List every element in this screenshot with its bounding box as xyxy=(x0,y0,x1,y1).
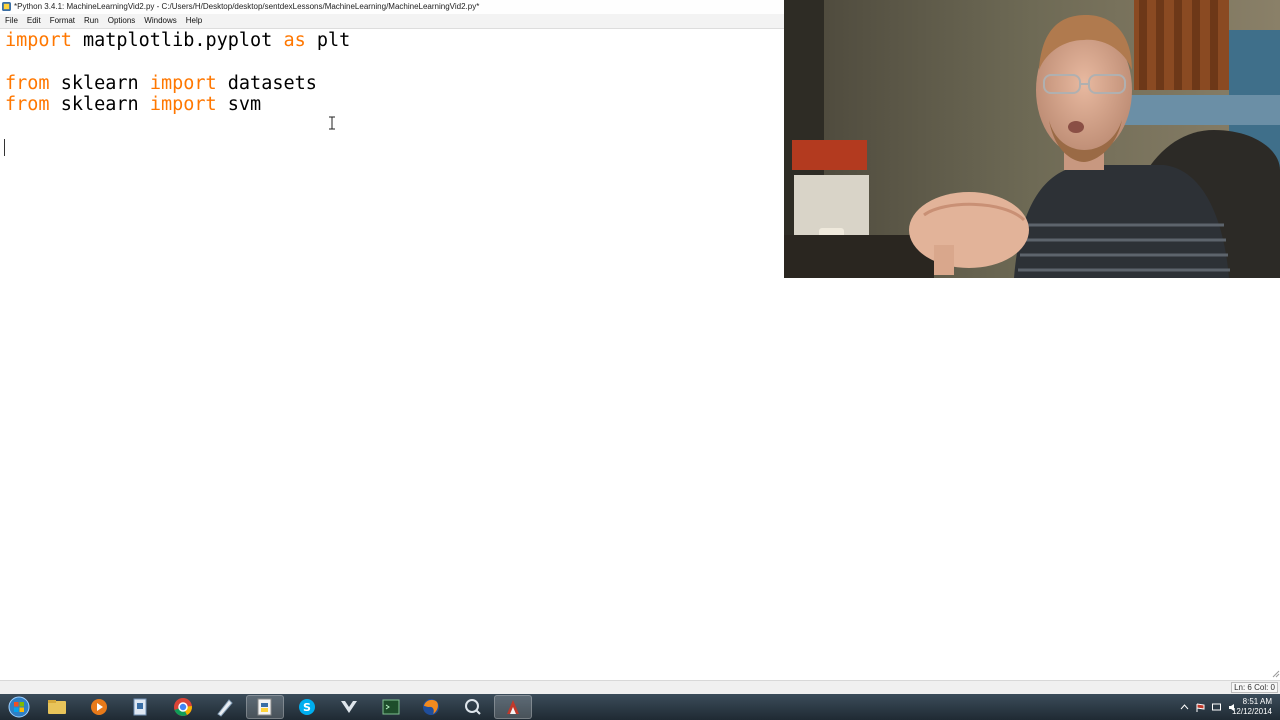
menu-options[interactable]: Options xyxy=(103,14,140,28)
keyword: import xyxy=(149,73,217,94)
file-explorer-icon xyxy=(48,700,66,714)
taskbar-firefox[interactable] xyxy=(412,695,450,719)
windows-start-icon xyxy=(8,696,30,718)
search-app-icon xyxy=(465,699,481,715)
svg-text:S: S xyxy=(303,701,311,714)
chrome-icon xyxy=(174,698,193,716)
cursor-position: Ln: 6 Col: 0 xyxy=(1231,682,1278,693)
taskbar-media-player[interactable] xyxy=(80,695,118,719)
taskbar-editor[interactable] xyxy=(206,695,244,719)
menu-edit[interactable]: Edit xyxy=(22,14,45,28)
keyword: as xyxy=(283,30,306,51)
taskbar: S 8:51 AM 12/12/2014 xyxy=(0,694,1280,720)
keyword: import xyxy=(5,30,72,51)
keyword: from xyxy=(5,94,50,115)
taskbar-python-idle[interactable] xyxy=(246,695,284,719)
terminal-icon xyxy=(382,699,400,715)
taskbar-terminal[interactable] xyxy=(372,695,410,719)
taskbar-file-explorer[interactable] xyxy=(38,695,76,719)
code-line-4: from sklearn import svm xyxy=(5,94,261,115)
code-text: sklearn xyxy=(49,94,150,115)
keyword: from xyxy=(5,73,50,94)
menu-help[interactable]: Help xyxy=(181,14,206,28)
taskbar-skype[interactable]: S xyxy=(288,695,326,719)
code-text: plt xyxy=(305,30,351,51)
taskbar-paint[interactable] xyxy=(494,695,532,719)
ibeam-cursor-icon xyxy=(329,116,335,130)
python-idle-icon xyxy=(257,698,272,716)
firefox-icon xyxy=(423,699,439,715)
menu-windows[interactable]: Windows xyxy=(139,14,180,28)
show-hidden-icons-icon[interactable] xyxy=(1180,703,1189,712)
code-text: datasets xyxy=(216,73,317,94)
clock-date: 12/12/2014 xyxy=(1231,707,1272,716)
code-line-1: import matplotlib.pyplot as plt xyxy=(5,30,350,51)
editor-icon xyxy=(217,699,233,717)
keyword: import xyxy=(149,94,217,115)
documents-icon xyxy=(133,698,147,716)
start-button[interactable] xyxy=(0,695,38,719)
tool-icon xyxy=(341,701,357,713)
action-center-flag-icon[interactable] xyxy=(1196,703,1205,712)
menu-format[interactable]: Format xyxy=(45,14,79,28)
code-text: sklearn xyxy=(49,73,150,94)
paint-icon xyxy=(507,700,519,714)
menu-file[interactable]: File xyxy=(0,14,22,28)
resize-grip-icon[interactable] xyxy=(1270,668,1280,678)
system-tray: 8:51 AM 12/12/2014 xyxy=(1150,694,1280,720)
window-title: *Python 3.4.1: MachineLearningVid2.py - … xyxy=(14,2,480,11)
taskbar-chrome[interactable] xyxy=(164,695,202,719)
taskbar-clock[interactable]: 8:51 AM 12/12/2014 xyxy=(1232,697,1272,717)
skype-icon: S xyxy=(299,699,315,715)
taskbar-documents[interactable] xyxy=(122,695,160,719)
code-text: svm xyxy=(216,94,262,115)
media-player-icon xyxy=(91,699,107,715)
menu-run[interactable]: Run xyxy=(79,14,103,28)
clock-time: 8:51 AM xyxy=(1242,697,1272,706)
monitor-icon[interactable] xyxy=(1212,703,1221,712)
status-bar: Ln: 6 Col: 0 xyxy=(0,680,1280,694)
python-idle-icon xyxy=(2,2,11,11)
presenter-video-icon xyxy=(784,0,1280,278)
text-caret xyxy=(4,139,5,156)
code-text: matplotlib.pyplot xyxy=(71,30,284,51)
webcam-overlay xyxy=(784,0,1280,278)
taskbar-search-app[interactable] xyxy=(454,695,492,719)
taskbar-tool[interactable] xyxy=(330,695,368,719)
code-line-3: from sklearn import datasets xyxy=(5,73,317,94)
